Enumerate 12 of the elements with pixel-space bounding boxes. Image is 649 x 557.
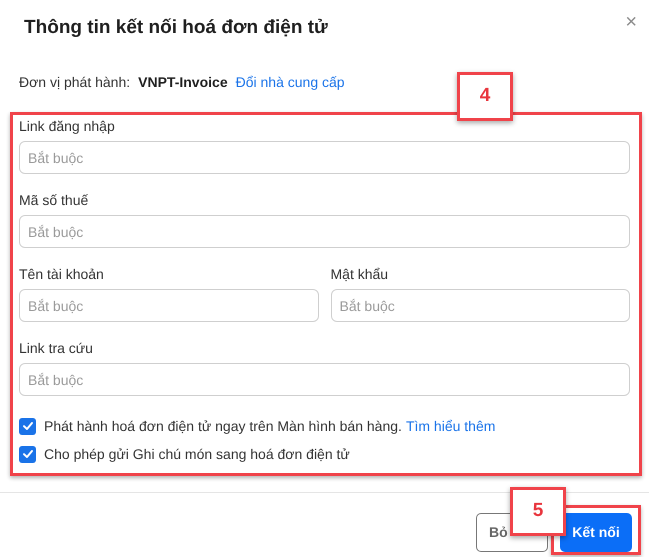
field-label: Tên tài khoản	[19, 265, 105, 283]
step-number-tooltip: 5	[510, 487, 566, 536]
field-label: Mật khẩu	[330, 265, 390, 283]
field-label: Link đăng nhập	[19, 117, 116, 135]
provider-name: VNPT-Invoice	[138, 72, 228, 92]
field-label: Link tra cứu	[19, 339, 94, 357]
dialog-title: Thông tin kết nối hoá đơn điện tử	[24, 16, 328, 40]
field-label: Mã số thuế	[19, 191, 90, 209]
option-label: Cho phép gửi Ghi chú món sang hoá đơn điện tử	[44, 444, 350, 464]
provider-label: Đơn vị phát hành:	[19, 72, 130, 92]
step-number-tooltip: 4	[457, 72, 513, 121]
option-label: Phát hành hoá đơn điện tử ngay trên Màn hình bán hàng.	[44, 416, 402, 436]
